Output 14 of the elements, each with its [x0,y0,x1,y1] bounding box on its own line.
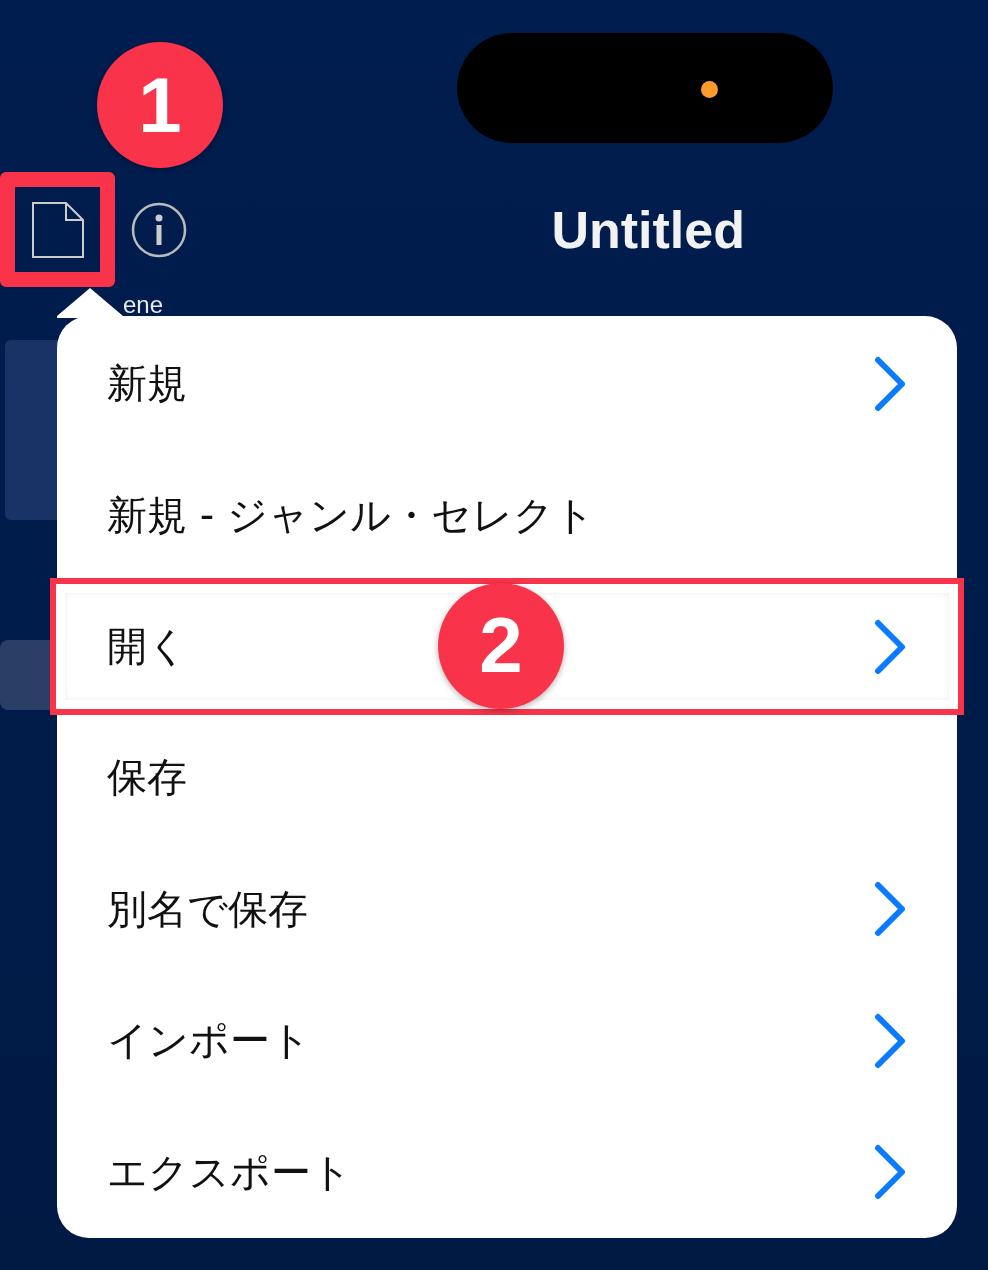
menu-item[interactable]: 新規 [57,318,957,450]
document-title: Untitled [551,199,745,260]
step-badge: 1 [97,42,223,168]
menu-item[interactable]: 新規 - ジャンル・セレクト [57,449,957,581]
menu-item[interactable]: 別名で保存 [57,843,957,976]
menu-item[interactable]: 保存 [57,712,957,844]
document-icon [31,201,84,258]
file-button[interactable] [0,172,115,287]
menu-item[interactable]: エクスポート [57,1106,957,1238]
tab-label: ene [123,293,164,317]
info-icon[interactable] [131,201,187,258]
menu-item[interactable]: 開く 2 [53,580,961,713]
step-badge: 2 [438,582,564,709]
menu-item[interactable]: インポート [57,975,957,1107]
